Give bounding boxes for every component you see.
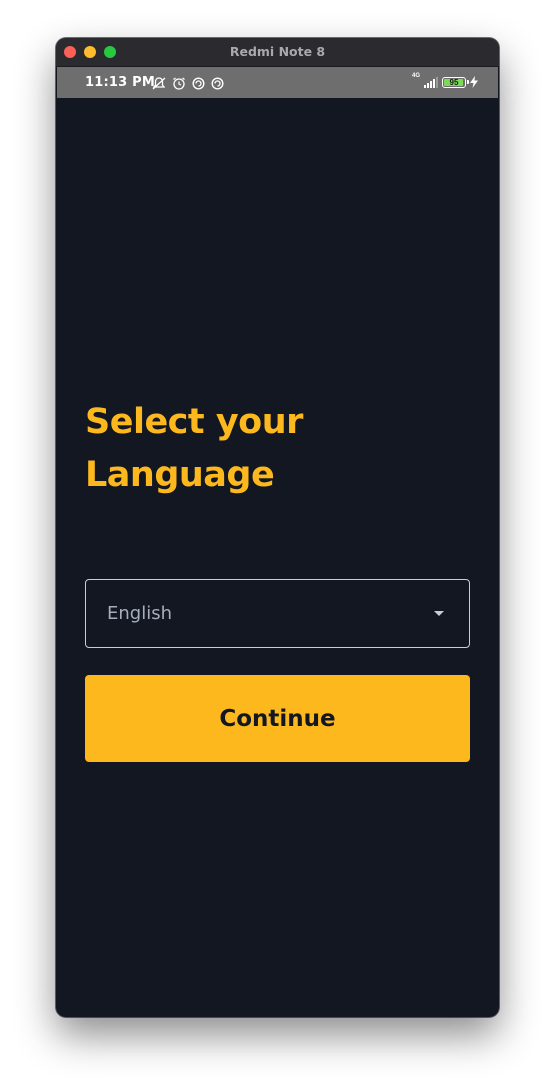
chevron-down-icon — [434, 611, 444, 616]
page-title-line-1: Select your — [85, 402, 303, 442]
window-title: Redmi Note 8 — [229, 44, 326, 59]
emulator-window: Redmi Note 8 11:13 PM 4G 95 Select your … — [56, 38, 499, 1017]
page-title-line-2: Language — [85, 455, 275, 495]
language-selected-value: English — [107, 603, 172, 624]
network-type-label: 4G — [411, 73, 420, 79]
sync-icon — [192, 77, 205, 90]
signal-icon — [424, 76, 438, 88]
continue-button[interactable]: Continue — [85, 675, 470, 762]
battery-icon: 95 — [442, 76, 469, 88]
status-left-icons — [152, 77, 224, 90]
language-dropdown[interactable]: English — [85, 579, 470, 648]
status-time: 11:13 PM — [85, 75, 155, 90]
window-titlebar: Redmi Note 8 — [56, 38, 499, 67]
page-title: Select your Language — [85, 396, 303, 502]
status-right-icons: 4G 95 — [411, 73, 478, 88]
charging-icon — [470, 76, 478, 88]
app-screen: Select your Language English Continue — [57, 98, 498, 1016]
notifications-off-icon — [152, 77, 166, 90]
battery-cap — [467, 79, 469, 84]
battery-level-text: 95 — [449, 77, 459, 87]
sync-icon — [211, 77, 224, 90]
alarm-icon — [173, 77, 185, 90]
android-status-bar: 11:13 PM 4G 95 — [57, 67, 498, 98]
